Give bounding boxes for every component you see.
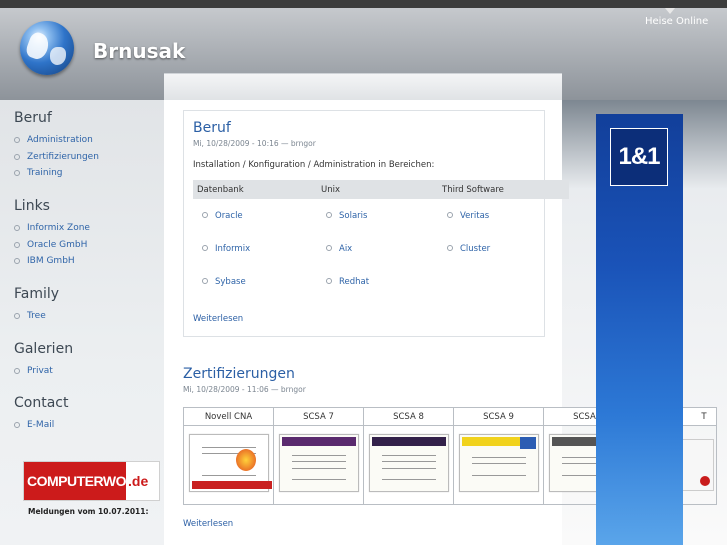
table-header-cell: Unix: [317, 180, 438, 199]
site-name[interactable]: Brnusak: [93, 39, 185, 63]
node-intro-text: Installation / Konfiguration / Administr…: [193, 160, 435, 170]
bullet-icon: [14, 422, 20, 428]
sidebar-item-administration[interactable]: Administration: [14, 132, 99, 149]
sidebar-item-zertifizierungen[interactable]: Zertifizierungen: [14, 149, 99, 166]
table-row: Oracle Solaris Veritas: [193, 199, 569, 232]
table-cell[interactable]: Solaris: [317, 199, 438, 232]
table-header-cell: SCSA 9: [453, 407, 544, 426]
sidebar-item-email[interactable]: E-Mail: [14, 417, 68, 434]
sidebar-block-beruf: Beruf Administration Zertifizierungen Tr…: [14, 110, 99, 182]
table-header-row: Datenbank Unix Third Software: [193, 180, 569, 199]
bullet-icon: [447, 245, 453, 251]
computerwoche-logo[interactable]: COMPUTERWOCHE .de: [23, 461, 160, 501]
certificate-cell[interactable]: [183, 425, 274, 505]
sidebar-item-tree[interactable]: Tree: [14, 308, 59, 325]
sidebar-heading: Galerien: [14, 341, 74, 357]
certificate-image[interactable]: [458, 434, 539, 492]
bullet-icon: [14, 241, 20, 248]
certificate-cell[interactable]: [273, 425, 364, 505]
sidebar-heading: Links: [14, 198, 50, 214]
certificate-cell[interactable]: [453, 425, 544, 505]
bullet-icon: [202, 212, 208, 218]
content-top-bar: [164, 73, 562, 101]
sidebar-heading: Contact: [14, 395, 69, 411]
table-cell[interactable]: Sybase: [193, 265, 317, 298]
heise-online-link[interactable]: Heise Online: [645, 16, 708, 27]
read-more-link[interactable]: Weiterlesen: [183, 519, 233, 529]
bullet-icon: [326, 245, 332, 251]
table-cell[interactable]: Veritas: [438, 199, 569, 232]
table-cell[interactable]: Oracle: [193, 199, 317, 232]
table-cell[interactable]: Informix: [193, 232, 317, 265]
bullet-icon: [202, 278, 208, 284]
table-header-cell: Third Software: [438, 180, 569, 199]
certificate-cell[interactable]: [363, 425, 454, 505]
sidebar-item-training[interactable]: Training: [14, 165, 99, 182]
node-meta: Mi, 10/28/2009 - 10:16 — brngor: [193, 139, 316, 148]
sidebar-item-informix-zone[interactable]: Informix Zone: [14, 220, 90, 237]
table-cell[interactable]: Redhat: [317, 265, 438, 298]
bullet-icon: [14, 258, 20, 264]
table-cell[interactable]: Aix: [317, 232, 438, 265]
bullet-icon: [14, 313, 20, 319]
table-header-cell: Datenbank: [193, 180, 317, 199]
sidebar-item-oracle-gmbh[interactable]: Oracle GmbH: [14, 237, 90, 254]
sidebar-item-ibm-gmbh[interactable]: IBM GmbH: [14, 253, 90, 270]
sidebar-block-contact: Contact E-Mail: [14, 395, 68, 434]
table-header-cell: SCSA 8: [363, 407, 454, 426]
certificate-image[interactable]: [188, 434, 272, 492]
bullet-icon: [14, 170, 20, 176]
computerwoche-logo-suffix: .de: [128, 473, 149, 489]
table-header-cell: SCSA 7: [273, 407, 364, 426]
certificate-image[interactable]: [278, 434, 359, 492]
1und1-logo[interactable]: 1&1: [610, 128, 668, 186]
table-cell[interactable]: Cluster: [438, 232, 569, 265]
table-cell: [438, 265, 569, 298]
sidebar-block-family: Family Tree: [14, 286, 59, 325]
node-title[interactable]: Zertifizierungen: [183, 366, 306, 382]
sidebar-block-links: Links Informix Zone Oracle GmbH IBM GmbH: [14, 198, 90, 270]
certificate-image[interactable]: [368, 434, 449, 492]
bullet-icon: [14, 225, 20, 231]
news-date: Meldungen vom 10.07.2011:: [28, 507, 149, 516]
beruf-table: Datenbank Unix Third Software Oracle Sol…: [193, 180, 569, 298]
ad-1und1-banner[interactable]: 1&1: [596, 114, 683, 545]
bullet-icon: [202, 245, 208, 251]
sidebar-heading: Beruf: [14, 110, 52, 126]
node-zertifizierungen: Zertifizierungen Mi, 10/28/2009 - 11:06 …: [183, 366, 306, 394]
caret-down-icon: [665, 8, 675, 14]
sidebar-block-galerien: Galerien Privat: [14, 341, 73, 380]
globe-logo-icon[interactable]: [20, 21, 74, 75]
bullet-icon: [14, 153, 20, 160]
sidebar-heading: Family: [14, 286, 60, 302]
bullet-icon: [326, 278, 332, 284]
bullet-icon: [14, 137, 20, 143]
node-title[interactable]: Beruf: [193, 120, 434, 136]
table-row: Informix Aix Cluster: [193, 232, 569, 265]
bullet-icon: [14, 368, 20, 374]
bullet-icon: [326, 212, 332, 218]
sidebar-item-privat[interactable]: Privat: [14, 363, 73, 380]
node-meta: Mi, 10/28/2009 - 11:06 — brngor: [183, 385, 306, 394]
table-row: Sybase Redhat: [193, 265, 569, 298]
table-header-cell: Novell CNA: [183, 407, 274, 426]
bullet-icon: [447, 212, 453, 218]
read-more-link[interactable]: Weiterlesen: [193, 314, 243, 324]
